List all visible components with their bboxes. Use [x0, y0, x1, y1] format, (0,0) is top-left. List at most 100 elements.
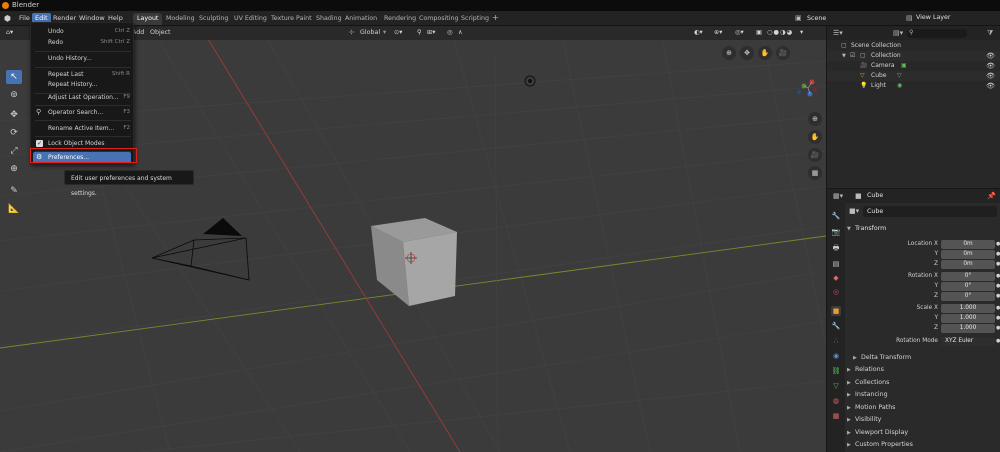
material-tab-icon[interactable]: ◍ — [831, 396, 841, 406]
outliner-row-collection[interactable]: ▼ ☑ ▢ Collection 👁 — [827, 51, 1000, 61]
delta-transform-subpanel[interactable]: ▶ Delta Transform — [853, 352, 1000, 364]
zoom-icon[interactable]: ⊕ — [808, 112, 822, 126]
pan-icon[interactable]: ✋ — [808, 130, 822, 144]
annotate-tool-icon[interactable]: ✎ — [6, 184, 22, 198]
rotation-x-field[interactable]: 0° — [941, 272, 995, 281]
checkbox-checked-icon[interactable]: ☑ — [850, 51, 855, 61]
tool-tab-icon[interactable]: 🔧 — [831, 211, 841, 221]
tab-texture-paint[interactable]: Texture Paint — [267, 13, 316, 25]
transform-orientation-dropdown[interactable]: Global — [360, 28, 380, 38]
eye-icon[interactable]: 👁 — [986, 71, 995, 81]
visibility-panel[interactable]: ▶ Visibility — [847, 414, 1000, 426]
object-menu[interactable]: Object — [150, 28, 171, 38]
location-z-field[interactable]: 0m — [941, 260, 995, 269]
tab-animation[interactable]: Animation — [341, 13, 381, 25]
tab-layout[interactable]: Layout — [133, 13, 163, 25]
keyframe-dot-icon[interactable]: ● — [996, 304, 1000, 313]
rotation-y-field[interactable]: 0° — [941, 282, 995, 291]
keyframe-dot-icon[interactable]: ● — [996, 272, 1000, 281]
scale-z-field[interactable]: 1.000 — [941, 324, 995, 333]
checkbox-checked-icon[interactable]: ✓ — [36, 140, 43, 147]
scale-y-field[interactable]: 1.000 — [941, 314, 995, 323]
hand-icon[interactable]: ✋ — [758, 46, 772, 60]
frame-icon[interactable]: ✥ — [740, 46, 754, 60]
light-object[interactable] — [523, 74, 537, 88]
zoom-in-icon[interactable]: ⊕ — [722, 46, 736, 60]
keyframe-dot-icon[interactable]: ● — [996, 260, 1000, 269]
keyframe-dot-icon[interactable]: ● — [996, 314, 1000, 323]
cube-object[interactable] — [365, 210, 465, 310]
eye-icon[interactable]: 👁 — [986, 51, 995, 61]
rotate-tool-icon[interactable]: ⟳ — [6, 126, 22, 140]
move-tool-icon[interactable]: ✥ — [6, 108, 22, 122]
view-layer-selector[interactable]: ▤ View Layer — [906, 13, 1000, 24]
constraints-tab-icon[interactable]: ⛓ — [831, 366, 841, 376]
editor-type-icon[interactable]: ▦▾ — [833, 192, 843, 200]
editor-type-icon[interactable]: ⌂▾ — [6, 28, 13, 38]
object-name-field[interactable]: Cube — [863, 206, 997, 217]
viewport-display-panel[interactable]: ▶ Viewport Display — [847, 427, 1000, 439]
keyframe-dot-icon[interactable]: ● — [996, 240, 1000, 249]
menu-item-adjust-last-operation[interactable]: Adjust Last Operation... F9 — [31, 92, 135, 103]
eye-icon[interactable]: 👁 — [986, 81, 995, 91]
relations-panel[interactable]: ▶ Relations — [847, 364, 1000, 376]
snap-icon[interactable]: ⚲ — [417, 28, 422, 38]
tab-uv-editing[interactable]: UV Editing — [230, 13, 271, 25]
falloff-icon[interactable]: ∧ — [458, 28, 463, 38]
menu-item-rename-active-item[interactable]: Rename Active Item... F2 — [31, 123, 135, 134]
blender-menu-icon[interactable]: ⬢ — [4, 14, 13, 23]
outliner-row-scene-collection[interactable]: ▢ Scene Collection — [827, 41, 1000, 51]
gizmo-icon[interactable]: ⊕▾ — [714, 28, 722, 38]
expand-arrow-icon[interactable]: ▼ — [842, 51, 846, 61]
keyframe-dot-icon[interactable]: ● — [996, 337, 1000, 346]
eye-icon[interactable]: 👁 — [986, 61, 995, 71]
scale-tool-icon[interactable]: ⤢ — [6, 144, 22, 158]
rotation-z-field[interactable]: 0° — [941, 292, 995, 301]
cursor-tool-icon[interactable]: ⊚ — [6, 88, 22, 102]
view-layer-tab-icon[interactable]: ▤ — [831, 259, 841, 269]
camera-view-icon[interactable]: 🎥 — [808, 148, 822, 162]
physics-tab-icon[interactable]: ◉ — [831, 351, 841, 361]
instancing-panel[interactable]: ▶ Instancing — [847, 389, 1000, 401]
visibility-icon[interactable]: ◐▾ — [694, 28, 703, 38]
scale-x-field[interactable]: 1.000 — [941, 304, 995, 313]
perspective-toggle-icon[interactable]: ▦ — [808, 166, 822, 180]
tab-compositing[interactable]: Compositing — [415, 13, 462, 25]
collections-panel[interactable]: ▶ Collections — [847, 377, 1000, 389]
camera-object[interactable] — [148, 208, 268, 288]
rotation-mode-dropdown[interactable]: XYZ Euler — [941, 337, 995, 346]
overlay-icon[interactable]: ◎▾ — [735, 28, 744, 38]
tab-sculpting[interactable]: Sculpting — [195, 13, 232, 25]
keyframe-dot-icon[interactable]: ● — [996, 324, 1000, 333]
outliner-row-camera[interactable]: 🎥 Camera ▣ 👁 — [827, 61, 1000, 71]
camera-icon[interactable]: 🎥 — [776, 46, 790, 60]
display-mode-icon[interactable]: ▤▾ — [893, 29, 903, 37]
tab-modeling[interactable]: Modeling — [162, 13, 199, 25]
shading-options-icon[interactable]: ▾ — [800, 28, 803, 38]
keyframe-dot-icon[interactable]: ● — [996, 250, 1000, 259]
custom-properties-panel[interactable]: ▶ Custom Properties — [847, 439, 1000, 451]
keyframe-dot-icon[interactable]: ● — [996, 282, 1000, 291]
proportional-edit-icon[interactable]: ◎ — [447, 28, 453, 38]
select-tool-icon[interactable]: ↖ — [6, 70, 22, 84]
transform-panel-header[interactable]: ▼ Transform — [847, 223, 1000, 234]
object-tab-icon[interactable]: ■ — [831, 306, 841, 316]
menu-item-redo[interactable]: Redo Shift Ctrl Z — [31, 37, 135, 48]
scene-tab-icon[interactable]: ◆ — [831, 273, 841, 283]
transform-tool-icon[interactable]: ⊕ — [6, 162, 22, 176]
navigation-gizmo[interactable] — [790, 70, 826, 106]
editor-type-icon[interactable]: ☰▾ — [833, 29, 843, 37]
menu-item-repeat-history[interactable]: Repeat History... — [31, 79, 135, 90]
texture-tab-icon[interactable]: ▦ — [831, 411, 841, 421]
outliner-search-input[interactable]: ⚲ — [907, 29, 967, 38]
menu-item-undo-history[interactable]: Undo History... — [31, 53, 135, 64]
render-tab-icon[interactable]: 📷 — [831, 227, 841, 237]
motion-paths-panel[interactable]: ▶ Motion Paths — [847, 402, 1000, 414]
data-tab-icon[interactable]: ▽ — [831, 381, 841, 391]
measure-tool-icon[interactable]: 📐 — [6, 202, 22, 216]
location-x-field[interactable]: 0m — [941, 240, 995, 249]
scene-selector[interactable]: ▣ Scene — [793, 13, 878, 24]
xray-icon[interactable]: ▣ — [756, 28, 762, 38]
keyframe-dot-icon[interactable]: ● — [996, 292, 1000, 301]
shading-modes-icon[interactable]: ○●◑◕ — [767, 28, 793, 38]
